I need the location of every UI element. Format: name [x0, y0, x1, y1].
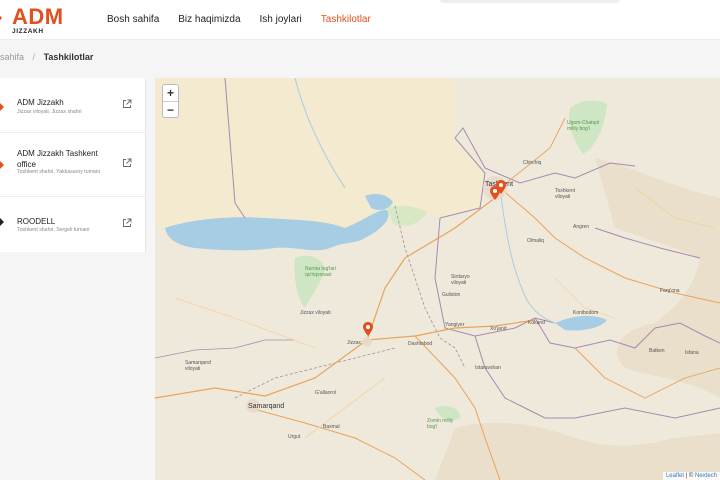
- map-marker-icon[interactable]: [363, 322, 373, 336]
- map-label-isfana: Isfana: [685, 350, 699, 356]
- list-item[interactable]: ADM Jizzakh Jizzax viloyati, Jizzax shah…: [0, 78, 146, 133]
- zoom-out-button[interactable]: −: [163, 101, 178, 117]
- map-label-guliston: Guliston: [442, 292, 461, 298]
- org-address: Toshkent shahri, Yakkasaroy tumani: [17, 169, 100, 175]
- map-label-fargona: Farg'ona: [660, 288, 680, 294]
- map-attribution: Leaflet | © Nextech: [662, 472, 720, 480]
- map-label-dashtobod: Dashtobod: [408, 341, 433, 347]
- zoom-in-button[interactable]: +: [163, 85, 178, 101]
- zoom-control: + −: [162, 84, 179, 118]
- breadcrumb-separator: /: [32, 52, 36, 62]
- external-link-icon[interactable]: [122, 158, 132, 168]
- map-label-zomin: Zomin milliy bog'i: [427, 418, 454, 430]
- brand-logo[interactable]: ADM JIZZAKH: [0, 5, 74, 35]
- breadcrumb: sahifa / Tashkilotlar: [0, 52, 93, 62]
- org-name: ROODELL: [17, 217, 56, 226]
- org-name: ADM Jizzakh Tashkent office: [17, 149, 98, 169]
- logo-mark-icon: [0, 9, 2, 27]
- map-label-angren: Angren: [573, 224, 590, 230]
- map-label-gallaorol: G'allaorol: [315, 390, 336, 396]
- organizations-list: ADM Jizzakh Jizzax viloyati, Jizzax shah…: [0, 78, 146, 252]
- nav-jobs[interactable]: Ish joylari: [260, 14, 302, 25]
- map-label-yangiyer: Yangiyer: [445, 322, 465, 328]
- map-label-bakhmal: Baxmal: [323, 424, 340, 430]
- map-label-urgut: Urgut: [288, 434, 301, 440]
- leaflet-link[interactable]: Leaflet: [666, 473, 684, 479]
- provider-link[interactable]: Nextech: [695, 473, 717, 479]
- nav-organizations[interactable]: Tashkilotlar: [321, 14, 371, 25]
- header-divider: [440, 0, 620, 3]
- list-item[interactable]: ADM Jizzakh Tashkent office Toshkent sha…: [0, 133, 146, 197]
- map-label-kokand: Kokand: [528, 320, 545, 326]
- org-address: Toshkent shahri, Sergeli tumani: [17, 227, 90, 233]
- map-label-chirchiq: Chirchiq: [523, 160, 542, 166]
- map-label-olmaliq: Olmaliq: [527, 238, 544, 244]
- map-label-konibodom: Konibodom: [573, 310, 599, 316]
- map-label-samarqand: Samarqand: [248, 403, 285, 410]
- map-label-nurota: Nurota tog'lari qo'riqxonasi: [305, 266, 336, 278]
- map-marker-icon[interactable]: [490, 186, 500, 200]
- breadcrumb-parent[interactable]: sahifa: [0, 52, 24, 62]
- map-label-toshkent-viloyati: Toshkent viloyati: [555, 188, 576, 200]
- brand-subtitle: JIZZAKH: [12, 28, 44, 35]
- map-label-jizzax-viloyati: Jizzax viloyati: [300, 310, 331, 316]
- map-label-sirdaryo-viloyati: Sirdaryo viloyati: [451, 274, 470, 286]
- map-view[interactable]: Tashkent Samarqand Jizzax Guliston Chirc…: [155, 78, 720, 480]
- map-label-jizzax: Jizzax: [347, 340, 361, 346]
- nav-home[interactable]: Bosh sahifa: [107, 14, 159, 25]
- org-name: ADM Jizzakh: [17, 98, 64, 107]
- attribution-separator: | ©: [685, 473, 694, 479]
- main-nav: Bosh sahifa Biz haqimizda Ish joylari Ta…: [107, 14, 390, 25]
- external-link-icon[interactable]: [122, 218, 132, 228]
- org-address: Jizzax viloyati, Jizzax shahri: [17, 109, 82, 115]
- nav-about[interactable]: Biz haqimizda: [178, 14, 240, 25]
- org-marker-icon: [0, 103, 4, 111]
- site-header: ADM JIZZAKH Bosh sahifa Biz haqimizda Is…: [0, 0, 720, 40]
- org-marker-icon: [0, 218, 4, 226]
- org-marker-icon: [0, 161, 4, 169]
- brand-name: ADM: [12, 4, 64, 29]
- map-label-khujand: Xo'jand: [490, 326, 507, 332]
- map-label-batken: Batken: [649, 348, 665, 354]
- breadcrumb-current: Tashkilotlar: [43, 52, 94, 62]
- map-label-istaravshan: Istaravshan: [475, 365, 501, 371]
- external-link-icon[interactable]: [122, 99, 132, 109]
- list-item[interactable]: ROODELL Toshkent shahri, Sergeli tumani: [0, 197, 146, 252]
- map-label-samarqand-viloyati: Samarqand viloyati: [185, 360, 211, 372]
- map-label-chatkal: Ugom-Chatqol milliy bog'i: [567, 120, 600, 132]
